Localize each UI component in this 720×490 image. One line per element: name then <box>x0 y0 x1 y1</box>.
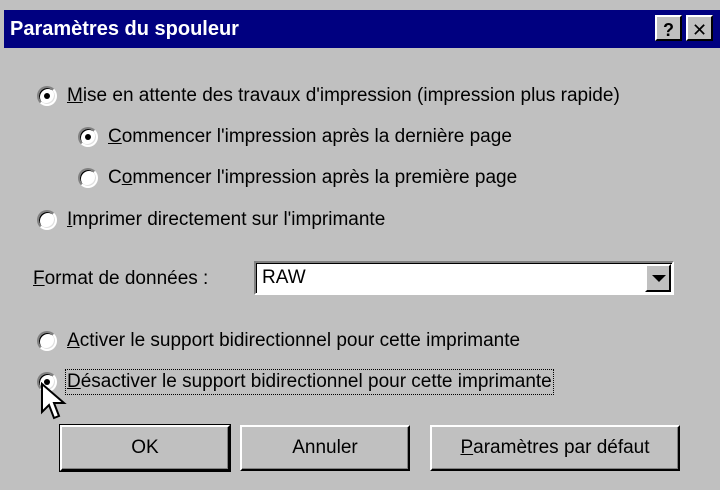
radio-print-directly[interactable]: Imprimer directement sur l'imprimante <box>37 205 385 235</box>
radio-button-icon[interactable] <box>37 86 57 106</box>
radio-start-after-last-page-label: Commencer l'impression après la dernière… <box>108 126 512 147</box>
data-format-label: Format de données : <box>33 268 209 289</box>
radio-enable-bidirectional[interactable]: Activer le support bidirectionnel pour c… <box>37 326 520 356</box>
radio-start-after-last-page[interactable]: Commencer l'impression après la dernière… <box>78 122 512 152</box>
restore-defaults-button[interactable]: Paramètres par défaut <box>430 425 680 471</box>
data-format-select[interactable]: RAW <box>254 261 674 295</box>
radio-print-directly-label: Imprimer directement sur l'imprimante <box>67 209 386 230</box>
arrow-cursor-icon <box>41 382 67 420</box>
spooler-settings-dialog: Paramètres du spouleur ? ✕ Mise en atten… <box>0 0 720 490</box>
title-bar: Paramètres du spouleur ? ✕ <box>4 10 720 48</box>
ok-button[interactable]: OK <box>59 424 231 472</box>
radio-disable-bidirectional[interactable]: Désactiver le support bidirectionnel pou… <box>37 367 554 397</box>
window-title: Paramètres du spouleur <box>10 18 239 40</box>
cancel-button[interactable]: Annuler <box>240 425 410 471</box>
radio-enable-bidirectional-label: Activer le support bidirectionnel pour c… <box>67 330 521 351</box>
radio-start-after-first-page[interactable]: Commencer l'impression après la première… <box>78 163 517 193</box>
radio-spool-jobs-label: Mise en attente des travaux d'impression… <box>67 85 620 106</box>
radio-start-after-first-page-label: Commencer l'impression après la première… <box>108 167 518 188</box>
radio-button-icon[interactable] <box>37 210 57 230</box>
data-format-value: RAW <box>262 267 306 288</box>
radio-button-icon[interactable] <box>78 168 98 188</box>
radio-button-icon[interactable] <box>37 331 57 351</box>
radio-spool-jobs[interactable]: Mise en attente des travaux d'impression… <box>37 81 620 111</box>
chevron-down-icon[interactable] <box>645 264 671 292</box>
radio-disable-bidirectional-label: Désactiver le support bidirectionnel pou… <box>65 369 554 395</box>
close-icon[interactable]: ✕ <box>686 15 713 41</box>
help-icon[interactable]: ? <box>655 15 682 41</box>
radio-button-icon[interactable] <box>78 127 98 147</box>
